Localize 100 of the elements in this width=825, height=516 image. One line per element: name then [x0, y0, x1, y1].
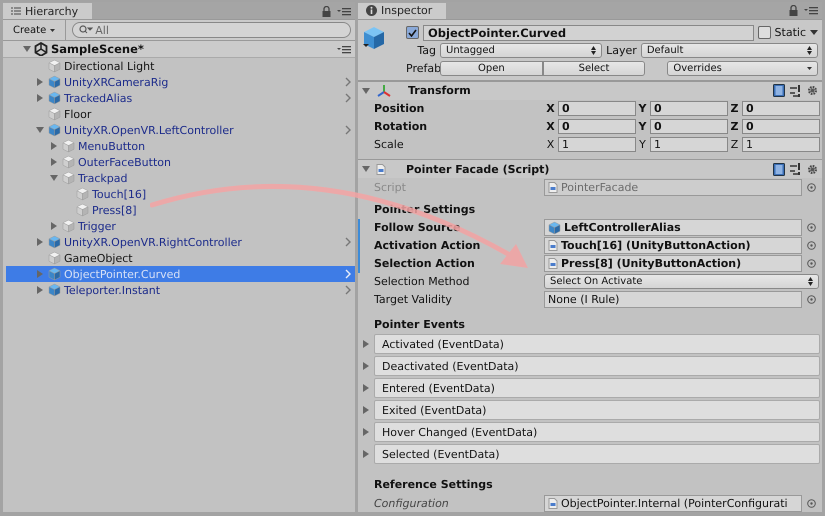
axis-label: X — [546, 120, 555, 134]
expand-arrow-icon[interactable] — [50, 142, 58, 150]
help-icon[interactable] — [773, 162, 785, 176]
expand-arrow-icon[interactable] — [362, 406, 370, 414]
hierarchy-tab[interactable]: Hierarchy — [3, 3, 92, 19]
settings-icon[interactable] — [807, 85, 818, 96]
collapse-arrow-icon[interactable] — [23, 45, 31, 53]
object-field[interactable]: LeftControllerAlias — [544, 219, 802, 236]
number-field[interactable]: 0 — [558, 101, 636, 116]
expand-arrow-icon[interactable] — [362, 362, 370, 370]
event-foldout[interactable]: Deactivated (EventData) — [374, 356, 820, 376]
event-foldout[interactable]: Selected (EventData) — [374, 444, 820, 464]
menu-icon[interactable] — [337, 44, 351, 54]
cube-icon — [62, 155, 75, 169]
hierarchy-item[interactable]: MenuButton — [6, 138, 355, 154]
number-field[interactable]: 1 — [558, 136, 636, 152]
help-icon[interactable] — [773, 84, 785, 98]
property-label: Activation Action — [374, 239, 482, 252]
collapse-arrow-icon[interactable] — [362, 165, 370, 174]
chevron-right-icon[interactable] — [345, 125, 351, 135]
number-field[interactable]: 0 — [650, 119, 728, 134]
tag-dropdown[interactable]: Untagged — [440, 43, 602, 58]
prefab-cube-icon — [362, 24, 386, 51]
number-field[interactable]: 0 — [558, 119, 636, 134]
number-field[interactable]: 0 — [650, 101, 728, 116]
event-foldout[interactable]: Exited (EventData) — [374, 400, 820, 420]
hierarchy-item[interactable]: Touch[16] — [6, 186, 355, 202]
hierarchy-item[interactable]: GameObject — [6, 250, 355, 266]
component-header[interactable]: Transform — [358, 80, 822, 100]
cube-icon — [48, 267, 61, 281]
cube-icon — [62, 219, 75, 233]
updown-arrows-icon — [807, 46, 812, 56]
number-field[interactable]: 1 — [742, 136, 820, 152]
cube-icon — [48, 59, 61, 73]
preset-icon[interactable] — [790, 163, 802, 176]
static-checkbox[interactable] — [758, 26, 771, 40]
object-name-field[interactable]: ObjectPointer.Curved — [423, 24, 754, 41]
expand-arrow-icon[interactable] — [362, 384, 370, 392]
cube-icon — [48, 91, 61, 105]
preset-icon[interactable] — [790, 84, 802, 97]
number-field[interactable]: 1 — [650, 136, 728, 152]
expand-arrow-icon[interactable] — [50, 158, 58, 166]
expand-arrow-icon[interactable] — [36, 78, 44, 86]
layer-dropdown[interactable]: Default — [640, 43, 818, 58]
event-foldout[interactable]: Hover Changed (EventData) — [374, 422, 820, 442]
number-field[interactable]: 0 — [742, 119, 820, 134]
event-foldout[interactable]: Activated (EventData) — [374, 334, 820, 354]
lock-icon[interactable] — [322, 6, 331, 16]
collapse-arrow-icon[interactable] — [36, 126, 44, 134]
scene-header[interactable]: SampleScene* — [3, 41, 355, 58]
updown-arrows-icon — [808, 277, 813, 286]
object-field[interactable]: Press[8] (UnityButtonAction) — [544, 255, 802, 272]
settings-icon[interactable] — [807, 164, 818, 175]
create-button[interactable]: Create — [7, 20, 66, 40]
object-field[interactable]: None (I Rule) — [544, 290, 802, 308]
overrides-dropdown[interactable]: Overrides — [667, 61, 818, 76]
expand-arrow-icon[interactable] — [36, 286, 44, 294]
search-field[interactable]: All — [72, 22, 351, 38]
expand-arrow-icon[interactable] — [362, 428, 370, 436]
expand-arrow-icon[interactable] — [362, 450, 370, 458]
hierarchy-item[interactable]: Trigger — [6, 218, 355, 234]
hierarchy-item[interactable]: Press[8] — [6, 202, 355, 218]
expand-arrow-icon[interactable] — [36, 94, 44, 102]
inspector-tab[interactable]: Inspector — [358, 2, 446, 19]
hierarchy-item[interactable]: Floor — [6, 106, 355, 122]
active-checkbox[interactable] — [406, 26, 419, 40]
menu-icon[interactable] — [804, 6, 818, 16]
expand-arrow-icon[interactable] — [36, 238, 44, 246]
target-icon[interactable] — [806, 498, 816, 508]
cube-icon — [48, 107, 61, 121]
caret-icon[interactable] — [810, 30, 818, 36]
target-icon[interactable] — [806, 294, 816, 304]
property-label: Selection Method — [374, 275, 470, 288]
method-dropdown[interactable]: Select On Activate — [544, 274, 819, 290]
axis-label: Y — [638, 102, 647, 116]
chevron-right-icon[interactable] — [345, 237, 351, 247]
number-field[interactable]: 0 — [742, 101, 820, 116]
lock-icon[interactable] — [789, 5, 798, 16]
axis-label: Z — [730, 138, 739, 151]
expand-arrow-icon[interactable] — [50, 222, 58, 230]
hierarchy-item[interactable]: UnityXRCameraRig — [6, 74, 355, 90]
hierarchy-item[interactable]: Teleporter.Instant — [6, 282, 355, 298]
hierarchy-item[interactable]: Directional Light — [6, 58, 355, 74]
target-icon[interactable] — [806, 182, 816, 192]
layer-label: Layer — [606, 44, 637, 58]
menu-icon[interactable] — [337, 6, 351, 16]
hierarchy-item[interactable]: UnityXR.OpenVR.LeftController — [6, 122, 355, 138]
expand-arrow-icon[interactable] — [362, 340, 370, 348]
hierarchy-item[interactable]: OuterFaceButton — [6, 154, 355, 170]
collapse-arrow-icon[interactable] — [362, 86, 370, 95]
collapse-arrow-icon[interactable] — [50, 174, 58, 182]
component-header[interactable]: Pointer Facade (Script) — [358, 159, 822, 178]
hierarchy-item[interactable]: Trackpad — [6, 170, 355, 186]
prefab-button[interactable]: Select — [542, 61, 646, 76]
hierarchy-item[interactable]: TrackedAlias — [6, 90, 355, 106]
object-field[interactable]: Touch[16] (UnityButtonAction) — [544, 237, 802, 254]
caret-icon — [50, 28, 56, 32]
prefab-button[interactable]: Open — [440, 61, 543, 76]
event-foldout[interactable]: Entered (EventData) — [374, 378, 820, 398]
hierarchy-item[interactable]: UnityXR.OpenVR.RightController — [6, 234, 355, 250]
